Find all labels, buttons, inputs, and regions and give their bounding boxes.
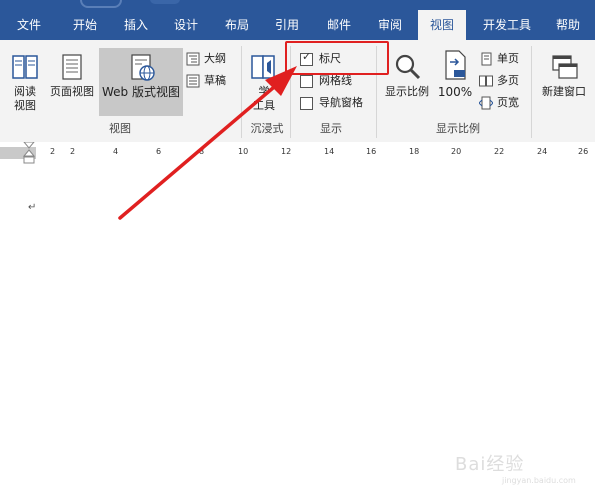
watermark-url: jingyan.baidu.com bbox=[502, 476, 576, 485]
annotation-arrow-icon bbox=[118, 66, 297, 220]
watermark-logo: Bai经验 bbox=[455, 454, 525, 475]
